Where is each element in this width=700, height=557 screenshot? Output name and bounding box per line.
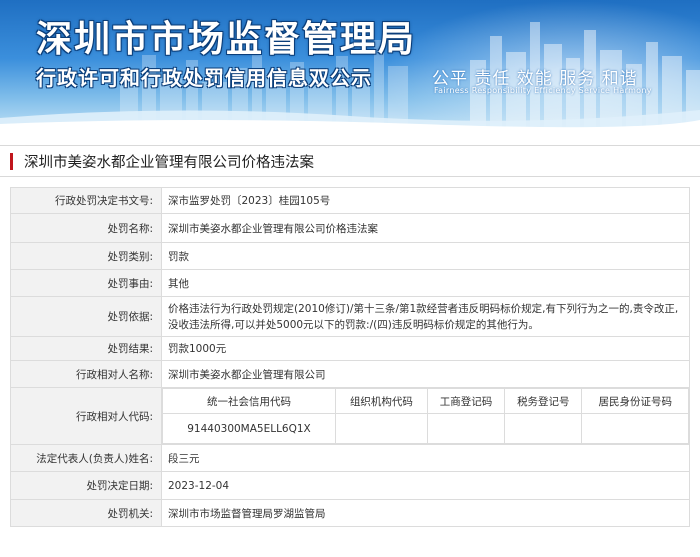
- row-value: 价格违法行为行政处罚规定(2010修订)/第十三条/第1款经营者违反明码标价规定…: [161, 296, 690, 337]
- table-row: 行政处罚决定书文号: 深市监罗处罚〔2023〕桂园105号: [10, 187, 690, 214]
- row-label: 行政相对人代码:: [10, 387, 162, 445]
- code-value: [335, 413, 428, 444]
- code-header-row: 统一社会信用代码 组织机构代码 工商登记码 税务登记号 居民身份证号码: [162, 388, 689, 414]
- code-value-row: 91440300MA5ELL6Q1X: [162, 413, 689, 444]
- banner-subtitle: 行政许可和行政处罚信用信息双公示: [36, 66, 372, 90]
- code-subtable-cell: 统一社会信用代码 组织机构代码 工商登记码 税务登记号 居民身份证号码 9144…: [161, 387, 690, 445]
- table-row: 处罚名称: 深圳市美姿水都企业管理有限公司价格违法案: [10, 213, 690, 243]
- case-title: 深圳市美姿水都企业管理有限公司价格违法案: [24, 154, 314, 171]
- row-label: 处罚决定日期:: [10, 471, 162, 500]
- code-value: [426, 413, 506, 444]
- table-row: 处罚决定日期: 2023-12-04: [10, 471, 690, 500]
- table-row: 处罚类别: 罚款: [10, 242, 690, 270]
- detail-table-wrapper: 行政处罚决定书文号: 深市监罗处罚〔2023〕桂园105号 处罚名称: 深圳市美…: [10, 187, 690, 527]
- row-value: 罚款1000元: [161, 336, 690, 361]
- row-label: 法定代表人(负责人)姓名:: [10, 444, 162, 472]
- banner-title: 深圳市市场监督管理局: [36, 19, 417, 60]
- table-row: 法定代表人(负责人)姓名: 段三元: [10, 444, 690, 472]
- code-value: [504, 413, 583, 444]
- row-value: 深圳市美姿水都企业管理有限公司: [161, 360, 690, 388]
- code-value: 91440300MA5ELL6Q1X: [162, 413, 336, 444]
- code-header: 工商登记码: [426, 388, 506, 414]
- row-label: 处罚机关:: [10, 499, 162, 527]
- penalty-detail-table: 行政处罚决定书文号: 深市监罗处罚〔2023〕桂园105号 处罚名称: 深圳市美…: [10, 187, 690, 527]
- row-label: 处罚结果:: [10, 336, 162, 361]
- table-row: 处罚结果: 罚款1000元: [10, 336, 690, 361]
- row-value: 其他: [161, 269, 690, 297]
- row-label: 处罚名称:: [10, 213, 162, 243]
- case-heading: 深圳市美姿水都企业管理有限公司价格违法案: [0, 145, 700, 177]
- site-banner: 深圳市市场监督管理局 行政许可和行政处罚信用信息双公示 公平 责任 效能 服务 …: [0, 0, 700, 130]
- code-header: 居民身份证号码: [581, 388, 689, 414]
- code-header: 税务登记号: [504, 388, 583, 414]
- row-label: 处罚依据:: [10, 296, 162, 337]
- code-header: 统一社会信用代码: [162, 388, 336, 414]
- row-value: 段三元: [161, 444, 690, 472]
- table-row: 处罚机关: 深圳市市场监督管理局罗湖监管局: [10, 499, 690, 527]
- row-value: 深圳市美姿水都企业管理有限公司价格违法案: [161, 213, 690, 243]
- table-row: 行政相对人代码: 统一社会信用代码 组织机构代码 工商登记码 税务登记号 居民身…: [10, 387, 690, 445]
- row-value: 2023-12-04: [161, 471, 690, 500]
- row-value: 罚款: [161, 242, 690, 270]
- row-label: 处罚事由:: [10, 269, 162, 297]
- table-row: 行政相对人名称: 深圳市美姿水都企业管理有限公司: [10, 360, 690, 388]
- row-label: 行政处罚决定书文号:: [10, 187, 162, 214]
- table-row: 处罚事由: 其他: [10, 269, 690, 297]
- table-row: 处罚依据: 价格违法行为行政处罚规定(2010修订)/第十三条/第1款经营者违反…: [10, 296, 690, 337]
- row-label: 处罚类别:: [10, 242, 162, 270]
- code-header: 组织机构代码: [335, 388, 428, 414]
- row-value: 深圳市市场监督管理局罗湖监管局: [161, 499, 690, 527]
- row-label: 行政相对人名称:: [10, 360, 162, 388]
- banner-slogan-english: Fairness Responsibility Efficiency Servi…: [434, 86, 652, 95]
- row-value: 深市监罗处罚〔2023〕桂园105号: [161, 187, 690, 214]
- code-value: [581, 413, 689, 444]
- code-subtable: 统一社会信用代码 组织机构代码 工商登记码 税务登记号 居民身份证号码 9144…: [162, 388, 689, 444]
- heading-accent-bar: [10, 153, 13, 170]
